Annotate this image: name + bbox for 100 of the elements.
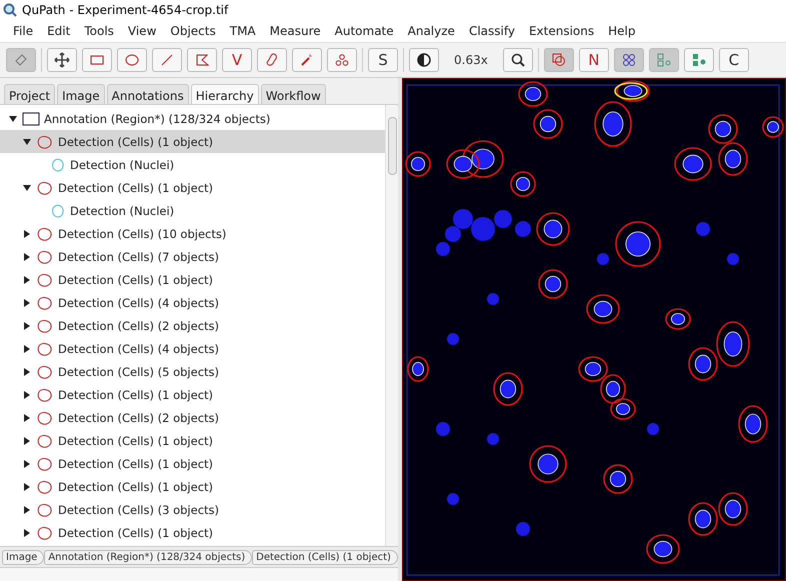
window-title: QuPath - Experiment-4654-crop.tif xyxy=(22,3,228,17)
menu-item[interactable]: View xyxy=(120,24,164,38)
collapsed-arrow-icon[interactable] xyxy=(23,460,31,468)
tree-row[interactable]: Detection (Cells) (1 object) xyxy=(0,268,385,291)
tree-label: Detection (Cells) (1 object) xyxy=(58,272,214,286)
tree-label: Detection (Cells) (1 object) xyxy=(58,134,214,148)
menu-item[interactable]: Automate xyxy=(328,24,401,38)
polygon-icon xyxy=(194,52,210,68)
menu-item[interactable]: Tools xyxy=(77,24,121,38)
tree-row[interactable]: Detection (Cells) (2 objects) xyxy=(0,314,385,337)
zoom-level: 0.63x xyxy=(453,53,489,67)
tree-row[interactable]: Detection (Cells) (4 objects) xyxy=(0,291,385,314)
tree-row[interactable]: Detection (Cells) (3 objects) xyxy=(0,498,385,521)
collapsed-arrow-icon[interactable] xyxy=(23,276,31,284)
cell-outline-icon xyxy=(36,180,54,196)
ruler-icon xyxy=(13,52,29,68)
nucleus-outline-icon xyxy=(50,156,66,172)
tree-row[interactable]: Detection (Cells) (5 objects) xyxy=(0,360,385,383)
panel-tab[interactable]: Workflow xyxy=(260,84,326,106)
tree-row[interactable]: Detection (Cells) (10 objects) xyxy=(0,222,385,245)
scrollbar[interactable] xyxy=(385,105,398,546)
tree-label: Detection (Cells) (2 objects) xyxy=(58,318,220,332)
ellipse-icon xyxy=(124,52,140,68)
tree-label: Detection (Nuclei) xyxy=(70,204,174,218)
cell-outline-icon xyxy=(36,432,54,448)
tree-row[interactable]: Detection (Nuclei) xyxy=(0,199,385,222)
collapsed-arrow-icon[interactable] xyxy=(23,344,31,352)
tool-button[interactable] xyxy=(614,48,644,72)
cell-outline-icon xyxy=(36,410,54,426)
tool-button[interactable] xyxy=(502,48,533,72)
menu-item[interactable]: TMA xyxy=(222,24,263,38)
cell-outline-icon xyxy=(36,524,54,540)
collapsed-arrow-icon[interactable] xyxy=(23,506,31,514)
menu-item[interactable]: Measure xyxy=(262,24,328,38)
collapsed-arrow-icon[interactable] xyxy=(23,414,31,422)
collapsed-arrow-icon[interactable] xyxy=(23,252,31,260)
collapsed-arrow-icon[interactable] xyxy=(23,322,31,330)
square-outline-icon xyxy=(22,112,40,126)
zoom-icon xyxy=(510,52,526,68)
tree-row[interactable]: Annotation (Region*) (128/324 objects) xyxy=(0,107,385,130)
tool-button[interactable]: C xyxy=(718,48,749,72)
tree-row[interactable]: Detection (Nuclei) xyxy=(0,153,385,176)
collapsed-arrow-icon[interactable] xyxy=(23,368,31,376)
cell-outline-icon xyxy=(36,456,54,472)
breadcrumb-item[interactable]: Image xyxy=(2,550,44,564)
collapsed-arrow-icon[interactable] xyxy=(23,528,31,536)
tree-row[interactable]: Detection (Cells) (1 object) xyxy=(0,130,385,153)
tree-label: Detection (Cells) (1 object) xyxy=(58,480,214,494)
cell-outline-icon xyxy=(36,478,54,494)
cell-outline-icon xyxy=(36,364,54,380)
panel-tab[interactable]: Image xyxy=(57,84,105,106)
expanded-arrow-icon[interactable] xyxy=(9,114,17,122)
tree-label: Detection (Cells) (1 object) xyxy=(58,456,214,470)
collapsed-arrow-icon[interactable] xyxy=(23,482,31,490)
panel-tab[interactable]: Annotations xyxy=(106,84,189,106)
collapsed-arrow-icon[interactable] xyxy=(23,230,31,238)
menu-item[interactable]: Objects xyxy=(163,24,223,38)
wand-icon xyxy=(299,52,315,68)
cell-outline-icon xyxy=(36,272,54,288)
cell-outline-icon xyxy=(36,318,54,334)
expanded-arrow-icon[interactable] xyxy=(23,138,31,146)
tree-row[interactable]: Detection (Cells) (1 object) xyxy=(0,429,385,452)
tree-row[interactable]: Detection (Cells) (1 object) xyxy=(0,521,385,544)
tree-row[interactable]: Detection (Cells) (7 objects) xyxy=(0,245,385,268)
cell-outline-icon xyxy=(36,340,54,356)
tool-button[interactable] xyxy=(409,48,439,72)
panel-tab[interactable]: Project xyxy=(4,84,56,106)
tree-row[interactable]: Detection (Cells) (4 objects) xyxy=(0,337,385,360)
cell-outline-icon xyxy=(36,248,54,264)
brush-icon xyxy=(264,52,280,68)
tool-button[interactable] xyxy=(47,48,77,72)
tree-row[interactable]: Detection (Cells) (1 object) xyxy=(0,383,385,406)
tree-row[interactable]: Detection (Cells) (1 object) xyxy=(0,452,385,475)
tool-button[interactable]: V xyxy=(222,48,252,72)
contrast-icon xyxy=(416,52,432,68)
breadcrumb-item[interactable]: Detection (Cells) (1 object) xyxy=(252,550,398,564)
cell-outline-icon xyxy=(36,226,54,242)
menu-item[interactable]: Classify xyxy=(462,24,522,38)
menu-item[interactable]: Extensions xyxy=(522,24,602,38)
hierarchy-icon xyxy=(656,52,672,68)
collapsed-arrow-icon[interactable] xyxy=(23,390,31,398)
tree-label: Detection (Cells) (4 objects) xyxy=(58,296,220,310)
menu-item[interactable]: File xyxy=(6,24,40,38)
tree-row[interactable]: Detection (Cells) (1 object) xyxy=(0,176,385,199)
cell-outline-icon xyxy=(36,502,54,518)
panel-tab[interactable]: Hierarchy xyxy=(190,84,259,106)
menu-item[interactable]: Help xyxy=(601,24,642,38)
tool-button[interactable]: S xyxy=(368,48,398,72)
cell-outline-icon xyxy=(36,386,54,402)
menu-item[interactable]: Analyze xyxy=(400,24,462,38)
tree-row[interactable]: Detection (Cells) (2 objects) xyxy=(0,406,385,429)
collapsed-arrow-icon[interactable] xyxy=(23,436,31,444)
tree-label: Detection (Cells) (1 object) xyxy=(58,434,214,448)
tree-row[interactable]: Detection (Cells) (1 object) xyxy=(0,475,385,498)
tool-button[interactable]: N xyxy=(578,48,609,72)
tree-label: Detection (Cells) (5 objects) xyxy=(58,364,220,378)
breadcrumb-item[interactable]: Annotation (Region*) (128/324 objects) xyxy=(44,550,252,564)
expanded-arrow-icon[interactable] xyxy=(23,184,31,192)
menu-item[interactable]: Edit xyxy=(40,24,78,38)
collapsed-arrow-icon[interactable] xyxy=(23,298,31,306)
